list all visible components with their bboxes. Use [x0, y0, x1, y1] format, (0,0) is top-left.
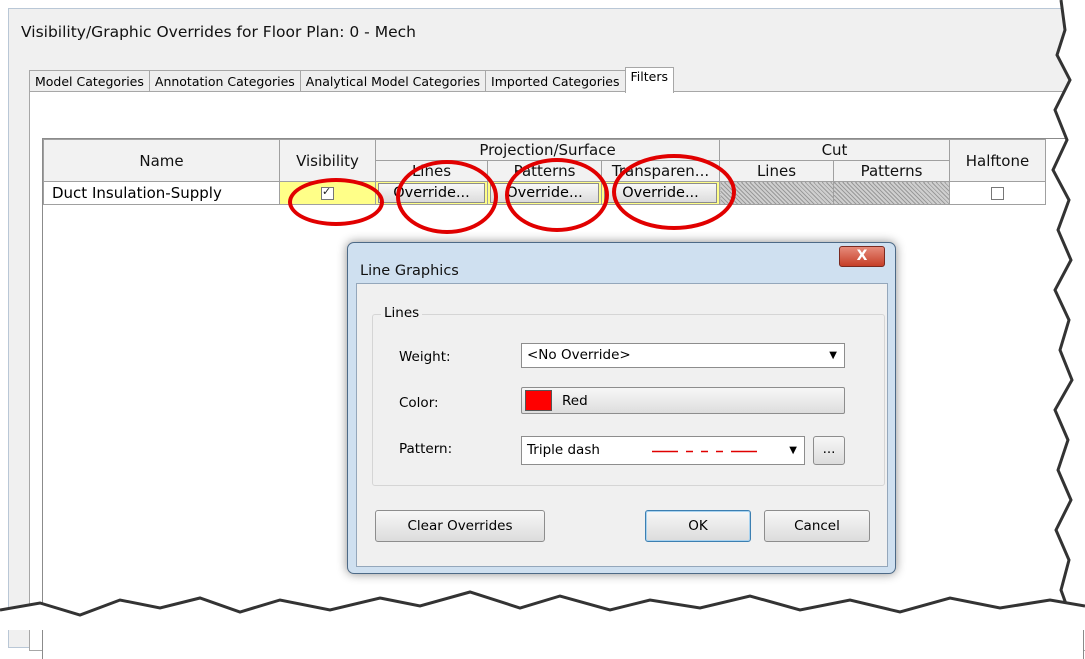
cut-patterns-cell-disabled	[833, 181, 950, 205]
chevron-down-icon: ▼	[789, 445, 797, 456]
weight-value: <No Override>	[527, 347, 631, 363]
color-swatch	[525, 390, 552, 411]
color-label: Color:	[399, 395, 439, 411]
pattern-browse-button[interactable]: ...	[813, 436, 845, 465]
column-header-cut-lines[interactable]: Lines	[719, 160, 834, 182]
triple-dash-preview-icon	[652, 450, 764, 453]
annotation-circle-transparency	[612, 154, 736, 230]
pattern-value: Triple dash	[527, 442, 600, 458]
lines-group-label: Lines	[381, 305, 423, 321]
line-graphics-dialog: Line Graphics X Lines Weight: <No Overri…	[347, 242, 896, 574]
column-header-visibility[interactable]: Visibility	[279, 139, 376, 182]
chevron-down-icon: ▼	[829, 350, 837, 361]
tab-imported-categories[interactable]: Imported Categories	[485, 70, 626, 92]
column-header-name[interactable]: Name	[43, 139, 280, 182]
window-title: Visibility/Graphic Overrides for Floor P…	[21, 23, 416, 41]
row-name-cell[interactable]: Duct Insulation-Supply	[43, 181, 280, 205]
dialog-title: Line Graphics	[360, 263, 459, 279]
cut-lines-cell-disabled	[719, 181, 834, 205]
ok-button[interactable]: OK	[645, 510, 751, 542]
color-value: Red	[562, 393, 588, 409]
tab-model-categories[interactable]: Model Categories	[29, 70, 150, 92]
tab-analytical-model-categories[interactable]: Analytical Model Categories	[299, 70, 487, 92]
lines-group: Lines Weight: <No Override> ▼ Color: Red…	[372, 305, 885, 486]
tab-annotation-categories[interactable]: Annotation Categories	[148, 70, 301, 92]
weight-dropdown[interactable]: <No Override> ▼	[521, 343, 845, 368]
close-icon: X	[856, 248, 868, 264]
column-header-cut-patterns[interactable]: Patterns	[833, 160, 950, 182]
torn-edge-bottom	[0, 590, 1085, 630]
pattern-dropdown[interactable]: Triple dash ▼	[521, 436, 805, 465]
dialog-body: Lines Weight: <No Override> ▼ Color: Red…	[356, 283, 888, 567]
pattern-label: Pattern:	[399, 441, 453, 457]
close-button[interactable]: X	[839, 246, 885, 267]
cancel-button[interactable]: Cancel	[764, 510, 870, 542]
tab-strip: Model Categories Annotation Categories A…	[29, 67, 674, 93]
annotation-circle-visibility	[288, 178, 384, 226]
annotation-circle-lines	[396, 160, 498, 234]
column-header-cut: Cut	[719, 139, 950, 161]
tab-filters[interactable]: Filters	[624, 67, 674, 93]
torn-edge-right	[1051, 0, 1085, 630]
clear-overrides-button[interactable]: Clear Overrides	[375, 510, 545, 542]
weight-label: Weight:	[399, 349, 451, 365]
halftone-checkbox[interactable]	[991, 187, 1004, 200]
annotation-circle-patterns	[505, 158, 609, 232]
color-button[interactable]: Red	[521, 387, 845, 414]
